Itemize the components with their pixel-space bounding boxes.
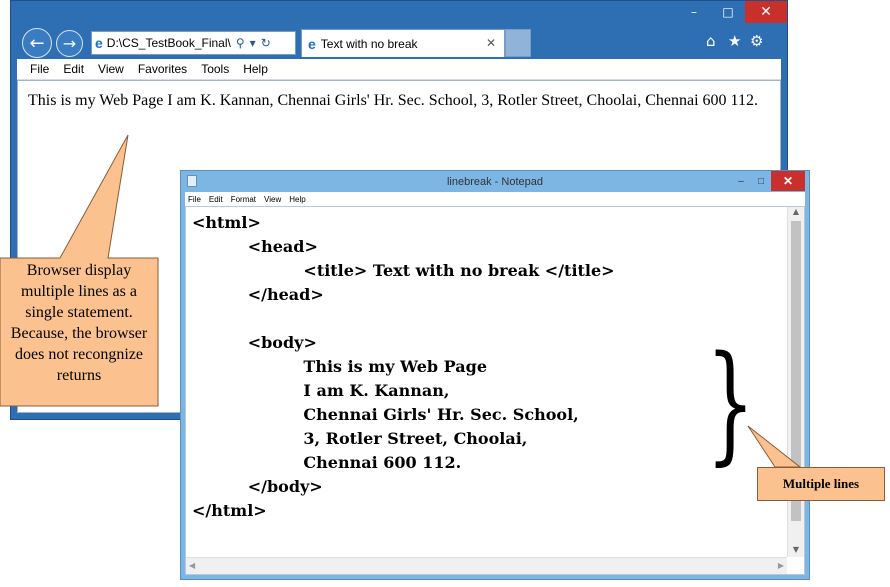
callout-multiple-lines: Multiple lines — [757, 467, 885, 501]
